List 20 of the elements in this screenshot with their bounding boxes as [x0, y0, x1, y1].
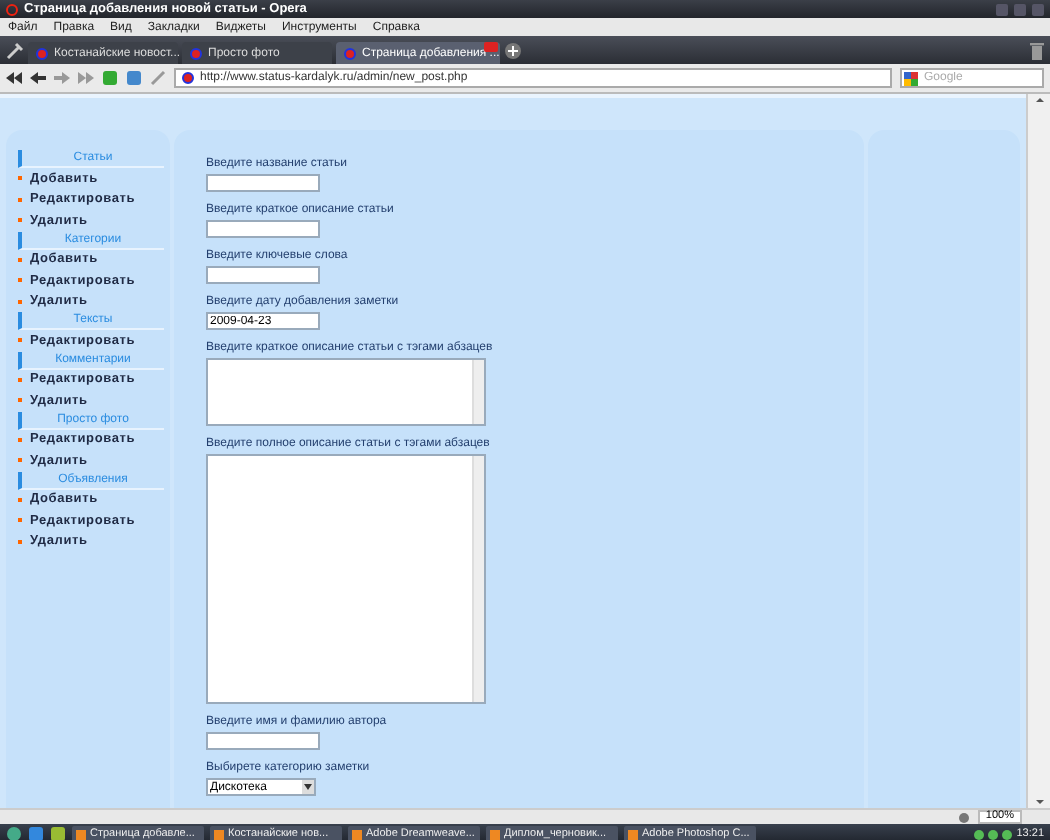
input-field[interactable]: [206, 220, 320, 238]
add-tab-icon[interactable]: [504, 41, 522, 59]
rewind-icon[interactable]: [6, 70, 22, 86]
forward-icon[interactable]: [54, 70, 70, 86]
text-area[interactable]: [206, 358, 486, 426]
trash-icon[interactable]: [1030, 41, 1044, 59]
input-field[interactable]: [206, 266, 320, 284]
fast-forward-icon[interactable]: [78, 70, 94, 86]
input-field[interactable]: [206, 732, 320, 750]
pen-icon[interactable]: [150, 70, 166, 86]
google-icon[interactable]: [904, 71, 918, 85]
wrench-icon[interactable]: [6, 41, 24, 59]
input-field[interactable]: [206, 174, 320, 192]
back-icon[interactable]: [30, 70, 46, 86]
text-area[interactable]: [206, 454, 486, 704]
scroll-up-icon[interactable]: [1033, 94, 1045, 106]
opera-icon: [6, 3, 18, 15]
scrollbar[interactable]: [1026, 94, 1050, 808]
caret-icon[interactable]: [304, 784, 312, 790]
scroll-down-icon[interactable]: [1033, 796, 1045, 808]
